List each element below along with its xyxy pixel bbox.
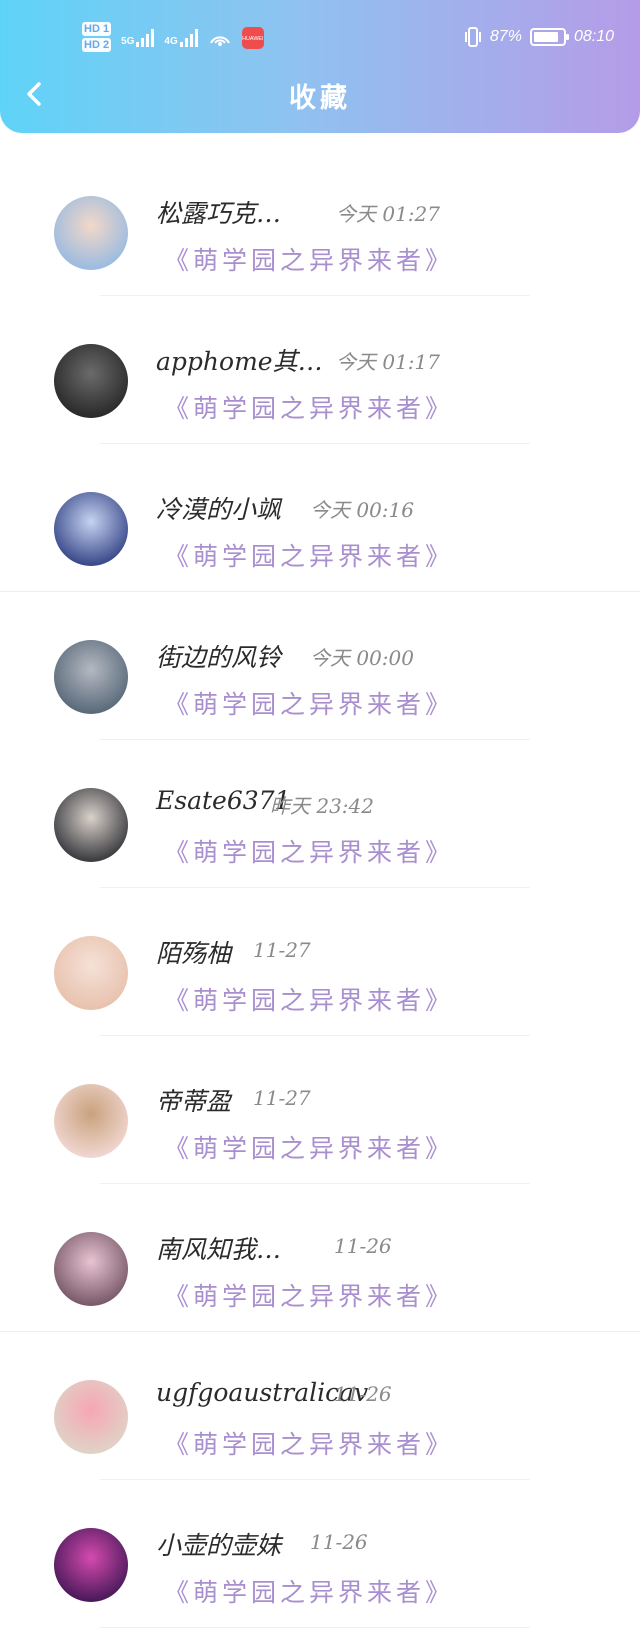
divider (100, 1627, 530, 1628)
work-title-link[interactable]: 《萌学园之异界来者》 (164, 981, 454, 1017)
avatar[interactable] (54, 1084, 128, 1158)
hotspot-icon (209, 36, 230, 46)
battery-icon (529, 28, 569, 46)
timestamp: 11-27 (253, 938, 311, 962)
app-badge-label: HUAWEI (242, 35, 264, 41)
work-title-link[interactable]: 《萌学园之异界来者》 (164, 389, 454, 425)
net2-label: 4G (164, 36, 178, 47)
hd1-label: HD 1 (82, 22, 112, 36)
timestamp: 11-27 (253, 1086, 311, 1110)
status-right: 87% 08:10 (464, 26, 614, 48)
battery-fill (533, 32, 559, 42)
avatar[interactable] (54, 196, 128, 270)
top-app-bar: HD 1 HD 2 5G 4G HUAWEI 87% 08:10 收藏 (0, 0, 640, 133)
user-name: 帝蒂盈 (156, 1087, 232, 1116)
battery-percent: 87% (489, 28, 522, 45)
app-notification-icon: HUAWEI (241, 27, 264, 49)
favorite-item[interactable]: 冷漠的小飒 今天 00:16 《萌学园之异界来者》 (0, 444, 640, 592)
user-name: 小壶的壶妹 (156, 1531, 282, 1560)
avatar[interactable] (54, 788, 128, 862)
clock: 08:10 (573, 28, 614, 45)
avatar[interactable] (54, 640, 128, 714)
page-title: 收藏 (289, 83, 351, 114)
work-title-link[interactable]: 《萌学园之异界来者》 (164, 1425, 454, 1461)
net1-label: 5G (121, 36, 135, 47)
timestamp: 今天 01:17 (336, 350, 440, 374)
status-left: HD 1 HD 2 5G 4G HUAWEI (82, 22, 264, 54)
work-title-link[interactable]: 《萌学园之异界来者》 (164, 241, 454, 277)
work-title-link[interactable]: 《萌学园之异界来者》 (164, 685, 454, 721)
favorite-item[interactable]: 小壶的壶妹 11-26 《萌学园之异界来者》 (0, 1480, 640, 1628)
avatar[interactable] (54, 1380, 128, 1454)
user-name: apphome其… (156, 347, 323, 376)
favorite-item[interactable]: 松露巧克… 今天 01:27 《萌学园之异界来者》 (0, 148, 640, 296)
signal-bars-icon (179, 29, 198, 47)
user-name: 陌殇柚 (156, 939, 232, 968)
signal-4g: 4G (164, 29, 198, 47)
status-bar: HD 1 HD 2 5G 4G HUAWEI 87% 08:10 (0, 18, 640, 58)
favorite-item[interactable]: 南风知我… 11-26 《萌学园之异界来者》 (0, 1184, 640, 1332)
timestamp: 昨天 23:42 (270, 794, 374, 818)
favorites-list: 松露巧克… 今天 01:27 《萌学园之异界来者》 apphome其… 今天 01:17… (0, 148, 640, 1628)
user-name: 冷漠的小飒 (156, 495, 282, 524)
user-name: 松露巧克… (156, 199, 282, 228)
timestamp: 11-26 (310, 1530, 368, 1554)
timestamp: 今天 00:00 (310, 646, 414, 670)
favorite-item[interactable]: 帝蒂盈 11-27 《萌学园之异界来者》 (0, 1036, 640, 1184)
work-title-link[interactable]: 《萌学园之异界来者》 (164, 1573, 454, 1609)
favorite-item[interactable]: 街边的风铃 今天 00:00 《萌学园之异界来者》 (0, 592, 640, 740)
timestamp: 今天 00:16 (310, 498, 414, 522)
avatar[interactable] (54, 492, 128, 566)
vibrate-icon (464, 27, 481, 47)
hd2-label: HD 2 (82, 38, 112, 52)
avatar[interactable] (54, 1232, 128, 1306)
work-title-link[interactable]: 《萌学园之异界来者》 (164, 1129, 454, 1165)
hd-indicator: HD 1 HD 2 (82, 22, 112, 54)
favorite-item[interactable]: apphome其… 今天 01:17 《萌学园之异界来者》 (0, 296, 640, 444)
timestamp: 11-26 (334, 1234, 392, 1258)
timestamp: 11-26 (334, 1382, 392, 1406)
user-name: 街边的风铃 (156, 643, 282, 672)
avatar[interactable] (54, 936, 128, 1010)
work-title-link[interactable]: 《萌学园之异界来者》 (164, 537, 454, 573)
avatar[interactable] (54, 344, 128, 418)
user-name: 南风知我… (156, 1235, 282, 1264)
avatar[interactable] (54, 1528, 128, 1602)
timestamp: 今天 01:27 (336, 202, 440, 226)
signal-5g: 5G (121, 29, 155, 47)
work-title-link[interactable]: 《萌学园之异界来者》 (164, 1277, 454, 1313)
favorite-item[interactable]: 陌殇柚 11-27 《萌学园之异界来者》 (0, 888, 640, 1036)
signal-bars-icon (136, 29, 155, 47)
work-title-link[interactable]: 《萌学园之异界来者》 (164, 833, 454, 869)
favorite-item[interactable]: ugfgoaustralicav 11-26 《萌学园之异界来者》 (0, 1332, 640, 1480)
favorite-item[interactable]: Esate6371 昨天 23:42 《萌学园之异界来者》 (0, 740, 640, 888)
